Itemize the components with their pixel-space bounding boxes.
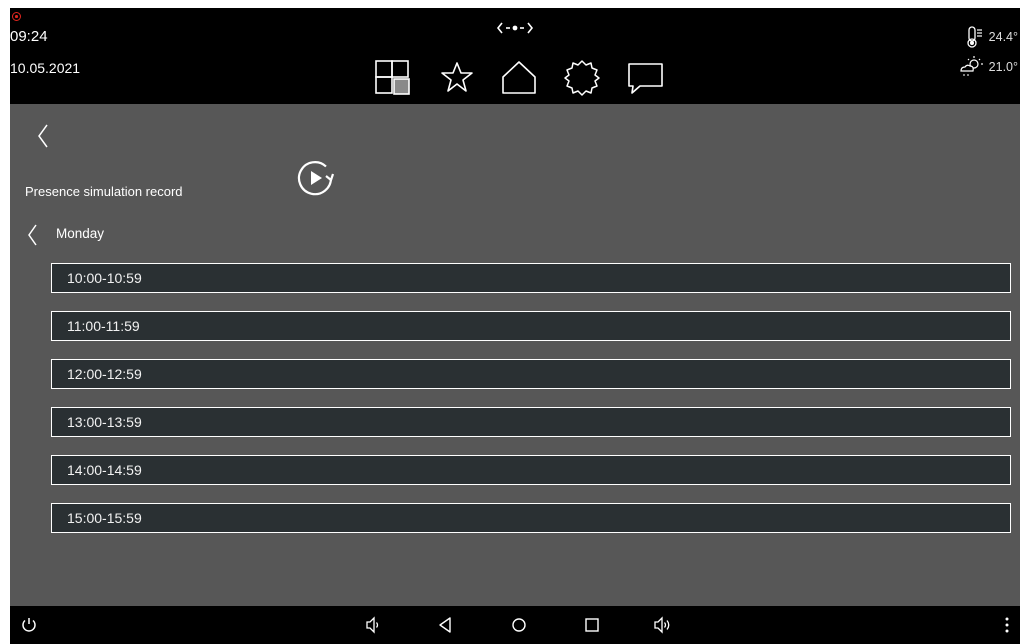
top-bar: 09:24 10.05.2021 24.4° 21.0°: [10, 8, 1020, 104]
star-icon[interactable]: [439, 58, 479, 98]
clock-time: 09:24: [10, 28, 48, 45]
grid-icon[interactable]: [374, 58, 414, 98]
page-title: Presence simulation record: [25, 184, 183, 199]
home-icon[interactable]: [500, 58, 540, 98]
indoor-temperature: 24.4°: [988, 30, 1018, 44]
more-vert-icon[interactable]: [998, 616, 1016, 634]
time-slot-row[interactable]: 14:00-14:59: [51, 455, 1011, 485]
replay-play-icon[interactable]: [297, 160, 341, 196]
system-nav-bar: [10, 606, 1020, 644]
day-label: Monday: [56, 226, 105, 241]
main-panel: Presence simulation record Monday 10:00-…: [10, 104, 1020, 606]
outdoor-temp-row: 21.0°: [959, 56, 1018, 78]
back-arrow-icon[interactable]: [35, 122, 51, 150]
time-slot-row[interactable]: 10:00-10:59: [51, 263, 1011, 293]
connection-icon: [495, 20, 535, 36]
volume-down-icon[interactable]: [365, 616, 383, 634]
day-back-arrow-icon[interactable]: [25, 222, 39, 248]
indoor-temp-row: 24.4°: [965, 26, 1018, 48]
android-back-icon[interactable]: [437, 616, 455, 634]
clock-date: 10.05.2021: [10, 60, 81, 76]
outdoor-temperature: 21.0°: [988, 60, 1018, 74]
time-slot-row[interactable]: 12:00-12:59: [51, 359, 1011, 389]
volume-up-icon[interactable]: [654, 616, 672, 634]
partly-sunny-icon: [959, 56, 985, 78]
record-icon: [12, 12, 21, 21]
time-slot-row[interactable]: 11:00-11:59: [51, 311, 1011, 341]
android-recents-icon[interactable]: [583, 616, 601, 634]
device-screen: 09:24 10.05.2021 24.4° 21.0° Presence si…: [10, 8, 1020, 644]
android-home-icon[interactable]: [510, 616, 528, 634]
time-slot-row[interactable]: 13:00-13:59: [51, 407, 1011, 437]
settings-gear-icon[interactable]: [563, 58, 603, 98]
thermometer-icon: [965, 26, 985, 48]
power-icon[interactable]: [20, 616, 38, 634]
message-icon[interactable]: [626, 58, 666, 98]
weather-widget: 24.4° 21.0°: [950, 26, 1020, 86]
time-slot-row[interactable]: 15:00-15:59: [51, 503, 1011, 533]
